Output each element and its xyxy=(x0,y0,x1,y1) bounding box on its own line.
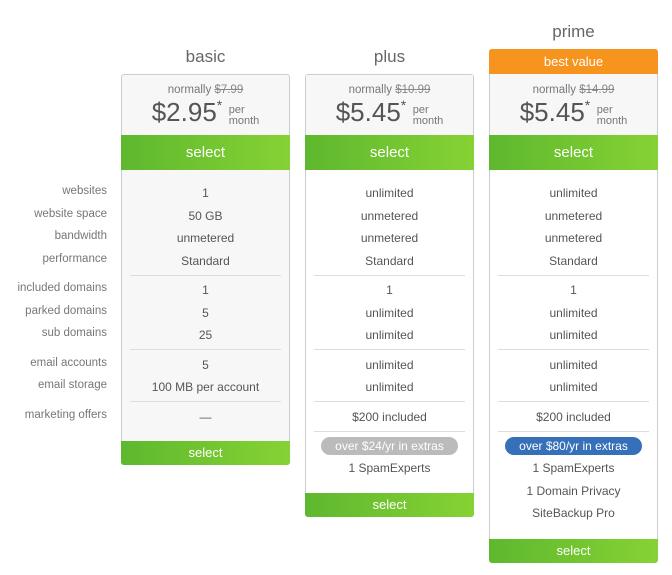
extra-item: 1 SpamExperts xyxy=(532,461,615,475)
normal-price: normally $10.99 xyxy=(306,84,473,96)
value-bandwidth: unmetered xyxy=(360,231,419,245)
price-asterisk: * xyxy=(584,97,591,113)
value-sub-domains: unlimited xyxy=(365,328,414,342)
value-bandwidth: unmetered xyxy=(544,231,603,245)
price-amount: $5.45 xyxy=(519,97,585,127)
old-price: $10.99 xyxy=(395,84,431,96)
price-period: per month xyxy=(229,105,260,127)
value-sub-domains: 25 xyxy=(198,328,213,342)
extra-item: 1 SpamExperts xyxy=(348,461,431,475)
label-email-storage: email storage xyxy=(37,379,107,391)
value-email-storage: unlimited xyxy=(549,380,598,394)
label-parked-domains: parked domains xyxy=(25,305,107,317)
label-websites: websites xyxy=(62,185,107,197)
value-email-accounts: unlimited xyxy=(549,358,598,372)
label-email-accounts: email accounts xyxy=(30,357,107,369)
current-price: $5.45* per month xyxy=(306,97,473,128)
bottom-select-button[interactable]: select xyxy=(489,539,658,563)
best-value-badge: best value xyxy=(489,49,658,74)
value-parked-domains: unlimited xyxy=(365,306,414,320)
price-amount: $5.45 xyxy=(335,97,401,127)
normally-label: normally xyxy=(348,84,393,96)
value-included-domains: 1 xyxy=(202,283,209,297)
select-button[interactable]: select xyxy=(121,135,290,170)
value-website-space: unmetered xyxy=(360,209,419,223)
value-website-space: unmetered xyxy=(544,209,603,223)
divider xyxy=(314,275,465,276)
value-marketing-offers: $200 included xyxy=(352,410,427,424)
divider xyxy=(130,401,281,402)
price-asterisk: * xyxy=(400,97,407,113)
bottom-select-button[interactable]: select xyxy=(305,493,474,517)
value-bandwidth: unmetered xyxy=(176,231,235,245)
value-email-storage: 100 MB per account xyxy=(151,380,260,394)
price-asterisk: * xyxy=(216,97,223,113)
extra-item: SiteBackup Pro xyxy=(532,506,615,520)
plan-card: normally $7.99 $2.95* per month select 1 … xyxy=(121,74,290,465)
value-website-space: 50 GB xyxy=(188,209,223,223)
current-price: $5.45* per month xyxy=(490,97,657,128)
divider xyxy=(498,275,649,276)
value-performance: Standard xyxy=(549,254,598,268)
value-websites: unlimited xyxy=(365,186,414,200)
label-sub-domains: sub domains xyxy=(41,327,107,339)
divider xyxy=(314,401,465,402)
price-amount: $2.95 xyxy=(151,97,217,127)
normal-price: normally $7.99 xyxy=(122,84,289,96)
normally-label: normally xyxy=(532,84,577,96)
value-websites: 1 xyxy=(202,186,209,200)
month-label: month xyxy=(596,115,628,127)
value-marketing-offers: $200 included xyxy=(536,410,611,424)
value-included-domains: 1 xyxy=(386,283,393,297)
price-period: per month xyxy=(597,105,628,127)
old-price: $7.99 xyxy=(214,84,244,96)
normal-price: normally $14.99 xyxy=(490,84,657,96)
label-marketing-offers: marketing offers xyxy=(24,409,107,421)
value-websites: unlimited xyxy=(549,186,598,200)
plan-title: plus xyxy=(373,47,406,66)
current-price: $2.95* per month xyxy=(122,97,289,128)
plan-title: basic xyxy=(185,47,226,66)
extras-badge: over $24/yr in extras xyxy=(321,437,458,455)
label-website-space: website space xyxy=(34,208,107,220)
value-marketing-offers: — xyxy=(199,410,212,424)
bottom-select-button[interactable]: select xyxy=(121,441,290,465)
plan-card: normally $10.99 $5.45* per month select u… xyxy=(305,74,474,517)
divider xyxy=(498,401,649,402)
value-email-storage: unlimited xyxy=(365,380,414,394)
value-sub-domains: unlimited xyxy=(549,328,598,342)
label-bandwidth: bandwidth xyxy=(54,230,107,242)
divider xyxy=(314,431,465,432)
divider xyxy=(130,349,281,350)
plan-plus: plus normally $10.99 $5.45* per month sel… xyxy=(305,0,474,575)
label-performance: performance xyxy=(42,253,107,265)
divider xyxy=(498,349,649,350)
value-email-accounts: unlimited xyxy=(365,358,414,372)
divider xyxy=(314,349,465,350)
value-parked-domains: 5 xyxy=(202,306,209,320)
plan-title: prime xyxy=(552,22,595,41)
extras-badge: over $80/yr in extras xyxy=(505,437,642,455)
value-performance: Standard xyxy=(365,254,414,268)
label-included-domains: included domains xyxy=(17,282,107,294)
value-email-accounts: 5 xyxy=(202,358,209,372)
divider xyxy=(130,275,281,276)
value-performance: Standard xyxy=(181,254,230,268)
divider xyxy=(498,431,649,432)
select-button[interactable]: select xyxy=(489,135,658,170)
old-price: $14.99 xyxy=(579,84,615,96)
month-label: month xyxy=(412,115,444,127)
value-parked-domains: unlimited xyxy=(549,306,598,320)
month-label: month xyxy=(228,115,260,127)
extra-item: 1 Domain Privacy xyxy=(526,484,621,498)
select-button[interactable]: select xyxy=(305,135,474,170)
value-included-domains: 1 xyxy=(570,283,577,297)
plan-basic: basic normally $7.99 $2.95* per month sel… xyxy=(121,0,290,575)
price-period: per month xyxy=(413,105,444,127)
normally-label: normally xyxy=(167,84,212,96)
plan-prime: prime best value normally $14.99 $5.45* … xyxy=(489,0,658,575)
plan-card: best value normally $14.99 $5.45* per mon… xyxy=(489,49,658,563)
